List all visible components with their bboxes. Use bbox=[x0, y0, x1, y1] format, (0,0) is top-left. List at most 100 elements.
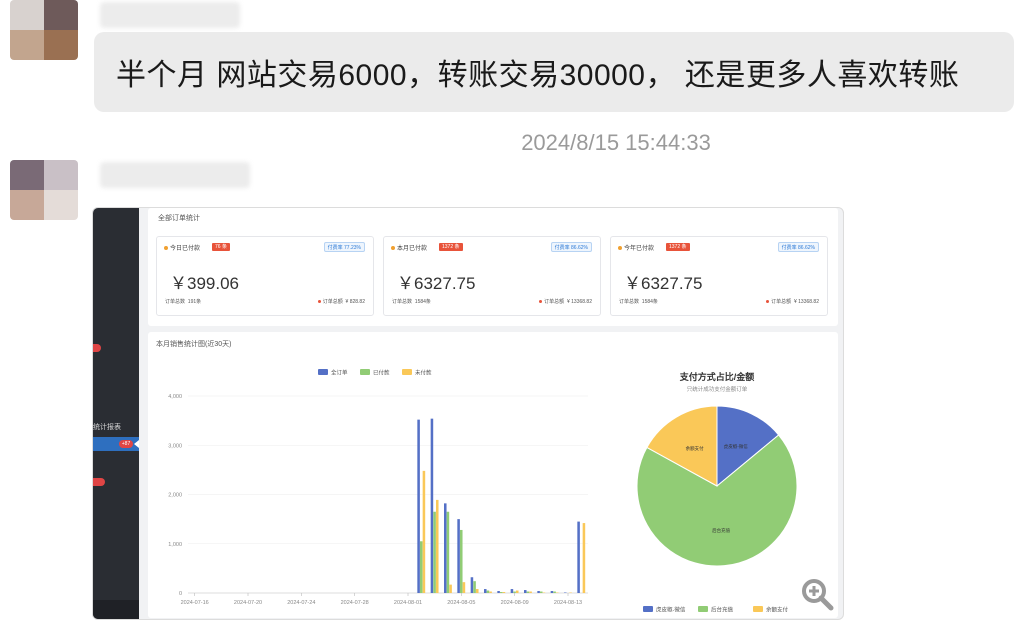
pie-slice-label: 虎皮椒-微信 bbox=[724, 443, 748, 450]
stat-card-year: 今年已付款 1372 条 付费率 86.62% ￥6327.75 订单总数 15… bbox=[610, 236, 828, 316]
message-timestamp: 2024/8/15 15:44:33 bbox=[521, 130, 711, 155]
sender-avatar[interactable] bbox=[10, 160, 78, 220]
card-order-total: 订单总额 ¥ 828.82 bbox=[317, 298, 365, 305]
legend-label: 未付款 bbox=[415, 369, 432, 377]
card-label: 今年已付款 bbox=[624, 246, 655, 252]
x-tick-label: 2024-08-05 bbox=[447, 600, 475, 606]
card-order-count: 订单总数 1584条 bbox=[619, 298, 658, 305]
bar bbox=[422, 470, 426, 593]
bar bbox=[473, 581, 476, 593]
pie-slice-label: 余额支付 bbox=[686, 445, 704, 452]
legend-swatch bbox=[643, 606, 653, 612]
bar bbox=[524, 590, 527, 593]
legend-label: 虎皮椒-微信 bbox=[656, 606, 686, 614]
chat-window: 半个月 网站交易6000，转账交易30000， 还是更多人喜欢转账 2024/8… bbox=[0, 0, 1024, 625]
pie-title: 支付方式占比/金额 bbox=[679, 371, 755, 382]
legend-swatch bbox=[318, 369, 328, 375]
screenshot-image[interactable]: 统计报表 +87 全部订单统计 今日已付款 76 条 付费率 77.23% ￥3… bbox=[92, 207, 844, 620]
bar bbox=[577, 521, 580, 593]
bar bbox=[510, 589, 514, 593]
sidebar-item-label[interactable]: 统计报表 bbox=[93, 422, 121, 432]
x-tick-label: 2024-07-28 bbox=[341, 600, 369, 606]
bar bbox=[537, 591, 540, 593]
legend-label: 已付款 bbox=[373, 369, 390, 377]
bar bbox=[502, 592, 506, 593]
bar bbox=[516, 590, 519, 593]
message-bubble[interactable]: 半个月 网站交易6000，转账交易30000， 还是更多人喜欢转账 bbox=[94, 32, 1014, 112]
card-amount: ￥6327.75 bbox=[397, 274, 476, 293]
bar bbox=[457, 519, 460, 593]
card-total-value: ¥ 828.82 bbox=[345, 299, 365, 305]
card-dot bbox=[618, 246, 622, 250]
x-tick-label: 2024-08-13 bbox=[554, 600, 582, 606]
bar bbox=[476, 589, 479, 593]
x-tick-label: 2024-07-20 bbox=[234, 600, 262, 606]
card-total-label: 订单总额 bbox=[322, 299, 343, 305]
card-amount: ￥6327.75 bbox=[624, 274, 703, 293]
bar bbox=[489, 591, 492, 593]
bar bbox=[540, 591, 543, 593]
y-tick-label: 2,000 bbox=[168, 493, 182, 499]
card-rate-badge: 付费率 86.62% bbox=[550, 242, 592, 252]
card-count-label: 订单总数 bbox=[619, 299, 640, 305]
card-count-label: 订单总数 bbox=[165, 299, 186, 305]
card-label: 今日已付款 bbox=[170, 246, 201, 252]
bar bbox=[449, 584, 452, 593]
sender-name-blurred bbox=[100, 2, 240, 28]
sender-name-blurred bbox=[100, 162, 250, 188]
bar bbox=[433, 511, 436, 593]
y-tick-label: 4,000 bbox=[168, 394, 182, 400]
bar bbox=[529, 591, 532, 593]
bar bbox=[484, 589, 487, 593]
bar bbox=[526, 591, 530, 593]
legend-label: 全订单 bbox=[331, 369, 348, 377]
bar bbox=[470, 577, 474, 593]
card-order-count: 订单总数 191条 bbox=[165, 298, 201, 305]
card-rate-badge: 付费率 77.23% bbox=[323, 242, 365, 252]
sidebar-footer bbox=[93, 600, 139, 619]
card-dot bbox=[391, 246, 395, 250]
sidebar-badge: +87 bbox=[119, 440, 133, 448]
x-tick-label: 2024-08-09 bbox=[501, 600, 529, 606]
legend-swatch bbox=[753, 606, 763, 612]
x-tick-label: 2024-07-16 bbox=[181, 600, 209, 606]
card-count-value: 1584条 bbox=[414, 299, 431, 305]
y-tick-label: 1,000 bbox=[168, 542, 182, 548]
bar bbox=[462, 582, 466, 593]
card-count-badge: 1372 条 bbox=[666, 243, 690, 251]
legend-label: 余额支付 bbox=[766, 606, 789, 614]
legend-label: 后台充值 bbox=[711, 606, 734, 614]
x-tick-label: 2024-07-24 bbox=[287, 600, 315, 606]
message-text: 半个月 网站交易6000，转账交易30000， 还是更多人喜欢转账 bbox=[116, 59, 960, 92]
card-order-total: 订单总额 ¥ 13368.82 bbox=[539, 298, 592, 305]
zoom-icon[interactable] bbox=[800, 577, 834, 611]
bar bbox=[460, 529, 463, 593]
y-tick-label: 0 bbox=[179, 591, 182, 597]
card-dot bbox=[164, 246, 168, 250]
bar bbox=[420, 541, 423, 593]
legend-swatch bbox=[360, 369, 370, 375]
y-tick-label: 3,000 bbox=[168, 443, 182, 449]
pie-slice-label: 后台充值 bbox=[712, 527, 730, 534]
legend-swatch bbox=[402, 369, 412, 375]
card-label: 本月已付款 bbox=[397, 246, 428, 252]
card-total-value: ¥ 13368.82 bbox=[793, 299, 819, 305]
orders-summary-panel: 全部订单统计 今日已付款 76 条 付费率 77.23% ￥399.06 订单总… bbox=[148, 208, 838, 326]
panel-title: 本月销售统计图(近30天) bbox=[156, 341, 232, 348]
sidebar-badge bbox=[93, 344, 101, 352]
bar bbox=[553, 591, 556, 593]
admin-sidebar: 统计报表 +87 bbox=[93, 208, 139, 619]
card-total-value: ¥ 13368.82 bbox=[566, 299, 592, 305]
bar bbox=[446, 511, 450, 593]
card-total-label: 订单总额 bbox=[771, 299, 792, 305]
card-order-count: 订单总数 1584条 bbox=[392, 298, 431, 305]
card-amount: ￥399.06 bbox=[170, 274, 239, 293]
card-count-badge: 1372 条 bbox=[439, 243, 463, 251]
sales-bar-chart: 0 1,000 2,000 3,000 4,000 2024-07-16 2024-07-2… bbox=[168, 369, 588, 606]
bar bbox=[486, 590, 490, 593]
bar bbox=[430, 418, 434, 593]
sender-avatar[interactable] bbox=[10, 0, 78, 60]
bar bbox=[500, 592, 503, 593]
panel-title: 全部订单统计 bbox=[158, 215, 200, 222]
bar bbox=[444, 503, 447, 593]
